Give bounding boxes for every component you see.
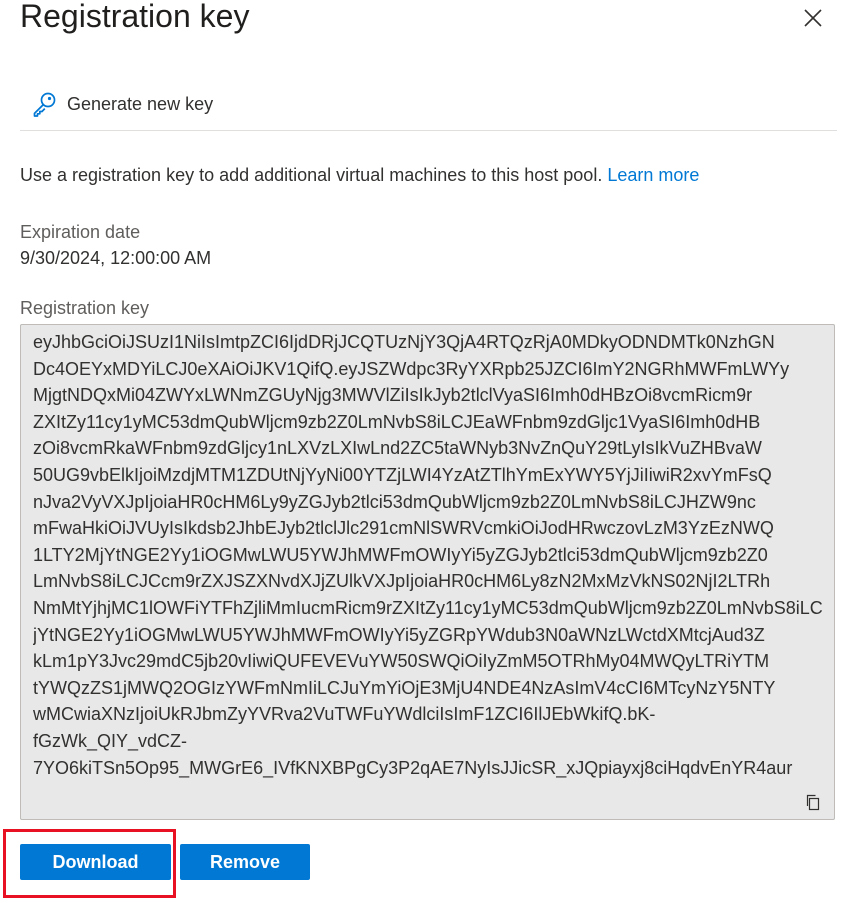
generate-new-key-button[interactable]: Generate new key (30, 89, 213, 119)
expiration-date-label: Expiration date (20, 222, 141, 242)
command-bar: Generate new key (20, 84, 837, 131)
registration-key-line: mFwaHkiOiJVUyIsIkdsb2JhbEJyb2tlclJlc291c… (33, 518, 774, 539)
registration-key-text: eyJhbGciOiJSUzI1NiIsImtpZCI6IjdDRjJCQTUz… (33, 329, 823, 781)
registration-key-label: Registration key (20, 298, 150, 318)
registration-key-panel: Registration key Generate new key Use a … (0, 0, 849, 903)
registration-key-textbox[interactable]: eyJhbGciOiJSUzI1NiIsImtpZCI6IjdDRjJCQTUz… (20, 324, 835, 820)
registration-key-line: nJva2VyVXJpIjoiaHR0cHM6Ly9yZGJyb2tlci53d… (33, 491, 756, 512)
panel-title: Registration key (20, 0, 250, 34)
description: Use a registration key to add additional… (20, 163, 699, 187)
registration-key-line: NmMtYjhjMC1lOWFiYTFhZjliMmIucmRicm9rZXIt… (33, 597, 823, 618)
registration-key-line: 50UG9vbElkIjoiMzdjMTM1ZDUtNjYyNi00YTZjLW… (33, 464, 772, 485)
download-button[interactable]: Download (20, 844, 171, 880)
close-icon (804, 9, 822, 27)
close-button[interactable] (798, 3, 828, 33)
registration-key-line: wMCwiaXNzIjoiUkRJbmZyYVRva2VuTWFuYWdlciI… (33, 704, 656, 725)
expiration-date-value: 9/30/2024, 12:00:00 AM (20, 248, 212, 268)
registration-key-line: LmNvbS8iLCJCcm9rZXJSZXNvdXJjZUlkVXJpIjoi… (33, 571, 771, 592)
registration-key-line: MjgtNDQxMi04ZWYxLWNmZGUyNjg3MWVlZiIsIkJy… (33, 385, 753, 406)
registration-key-line: eyJhbGciOiJSUzI1NiIsImtpZCI6IjdDRjJCQTUz… (33, 332, 775, 352)
registration-key-line: tYWQzZS1jMWQ2OGIzYWFmNmIiLCJuYmYiOjE3MjU… (33, 677, 776, 698)
copy-icon (806, 794, 820, 811)
generate-new-key-label: Generate new key (67, 93, 214, 114)
registration-key-line: zOi8vcmRkaWFnbm9zdGljcy1nLXVzLXIwLnd2ZC5… (33, 438, 762, 459)
registration-key-line: kLm1pY3Jvc29mdC5jb20vIiwiQUFEVEVuYW50SWQ… (33, 651, 770, 672)
learn-more-link[interactable]: Learn more (607, 165, 699, 185)
registration-key-line: ZXItZy11cy1yMC53dmQubWljcm9zb2Z0LmNvbS8i… (33, 411, 761, 432)
remove-button[interactable]: Remove (180, 844, 310, 880)
registration-key-line: Dc4OEYxMDYiLCJ0eXAiOiJKV1QifQ.eyJSZWdpc3… (33, 358, 790, 379)
registration-key-line: fGzWk_QIY_vdCZ- (33, 730, 188, 751)
registration-key-line: 1LTY2MjYtNGE2Yy1iOGMwLWU5YWJhMWFmOWIyYi5… (33, 544, 768, 565)
registration-key-line: jYtNGE2Yy1iOGMwLWU5YWJhMWFmOWIyYi5yZGRpY… (33, 624, 765, 645)
description-text: Use a registration key to add additional… (20, 165, 603, 185)
key-icon (33, 92, 56, 117)
registration-key-line: 7YO6kiTSn5Op95_MWGrE6_IVfKNXBPgCy3P2qAE7… (33, 757, 793, 778)
copy-button[interactable] (804, 793, 822, 811)
